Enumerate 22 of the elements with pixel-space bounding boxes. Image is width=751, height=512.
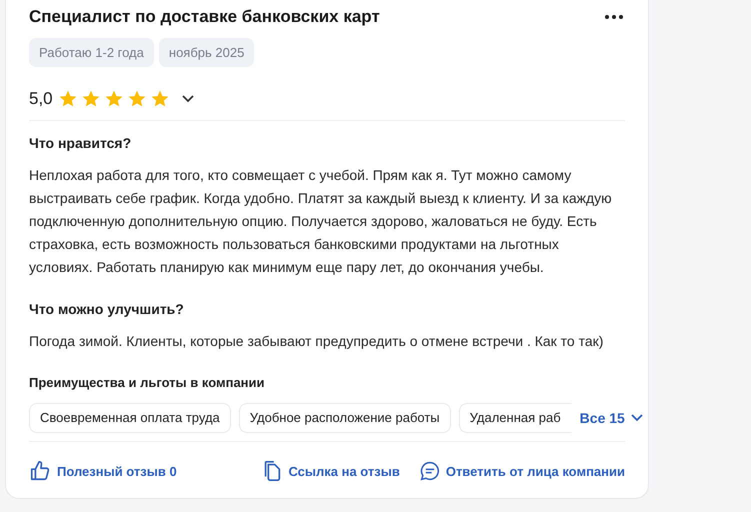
review-title: Специалист по доставке банковских карт <box>29 7 380 27</box>
more-options-icon[interactable] <box>603 13 625 21</box>
tag: ноябрь 2025 <box>158 38 254 67</box>
chevron-down-icon[interactable] <box>182 95 194 103</box>
section-heading: Что нравится? <box>29 135 132 151</box>
chevron-down-icon <box>630 414 643 422</box>
show-all-button[interactable]: Все 15 <box>580 410 643 426</box>
review-text: Неплохая работа для того, кто совмещает с учебой. Прям как я. Тут можно самому выстраивать себе график. Когда удобно. Платят за каждый выезд к клиенту. И за каждую подключенную дополнительную опцию. Получается здорово, жаловаться не буду. Есть страховка, есть возможность пользоваться банковскими продуктами на льготных условиях. Работать планирую как минимум еще пару лет, до окончания учебы. <box>29 166 613 277</box>
rating-value: 5,0 <box>29 89 53 109</box>
tag: Работаю 1-2 года <box>29 38 154 67</box>
helpful-button[interactable]: Полезный отзыв 0 <box>29 460 177 482</box>
benefit-chip: Своевременная оплата труда <box>29 403 231 433</box>
review-link-button[interactable]: Ссылка на отзыв <box>262 460 400 482</box>
copy-icon <box>262 460 282 482</box>
thumbs-up-icon <box>29 460 51 482</box>
reply-button[interactable]: Ответить от лица компании <box>420 461 625 481</box>
benefit-chip: Удобное расположение работы <box>238 403 451 433</box>
review-text: Погода зимой. Клиенты, которые забывают предупредить о отмене встречи . Как то так) <box>29 332 604 351</box>
section-heading: Что можно улучшить? <box>29 301 185 317</box>
benefits-heading: Преимущества и льготы в компании <box>29 375 266 390</box>
chat-icon <box>420 461 440 481</box>
benefit-chip: Удаленная раб <box>458 403 572 433</box>
